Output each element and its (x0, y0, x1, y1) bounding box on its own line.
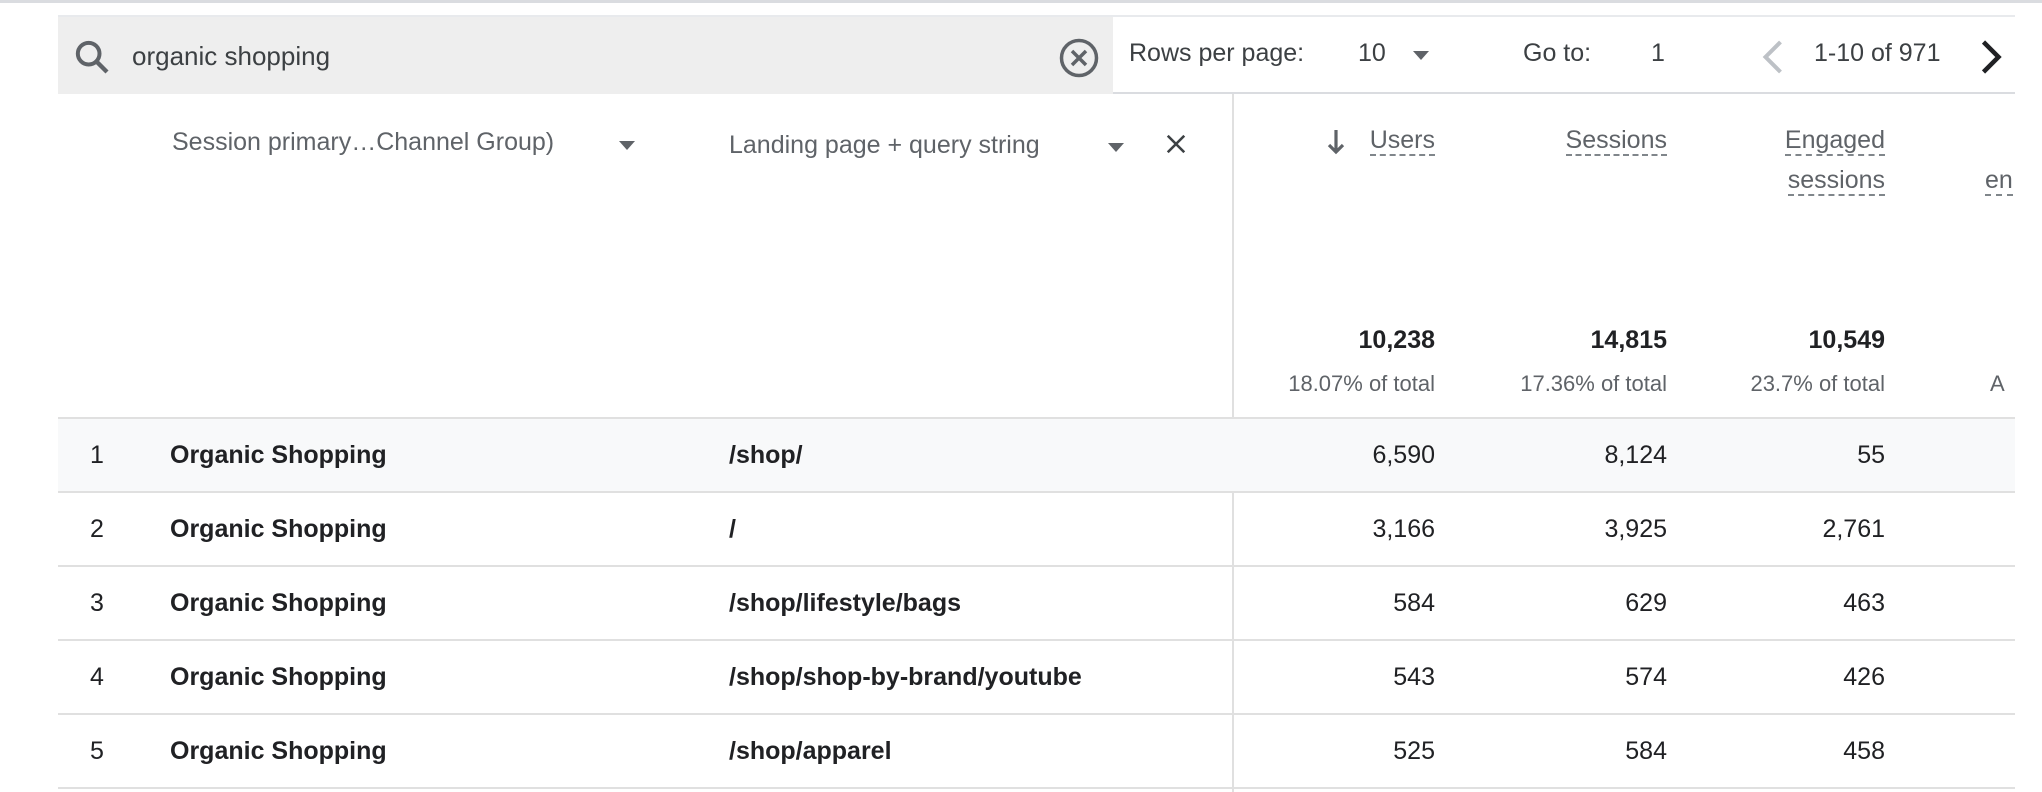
engaged-sessions-cell: 426 (1843, 663, 1885, 691)
total-sessions-pct: 17.36% of total (1520, 371, 1667, 396)
users-cell: 543 (1393, 663, 1435, 691)
table-row[interactable]: 2 Organic Shopping / 3,166 3,925 2,761 (58, 493, 2015, 567)
channel-cell[interactable]: Organic Shopping (170, 441, 387, 470)
clear-search-icon[interactable] (1058, 37, 1100, 79)
rows-per-page-select[interactable]: 10 (1358, 39, 1386, 68)
engaged-sessions-cell: 458 (1843, 737, 1885, 765)
search-box[interactable] (58, 17, 1113, 94)
total-sessions: 14,815 (1590, 326, 1667, 354)
users-cell: 3,166 (1372, 515, 1435, 543)
table-toolbar: Rows per page: 10 Go to: 1 1-10 of 971 (58, 15, 2015, 94)
landing-page-cell[interactable]: /shop/ (729, 441, 803, 470)
users-cell: 584 (1393, 589, 1435, 617)
pagination-range: 1-10 of 971 (1814, 39, 1941, 67)
engaged-sessions-cell: 2,761 (1822, 515, 1885, 543)
sessions-cell: 3,925 (1604, 515, 1667, 543)
channel-cell[interactable]: Organic Shopping (170, 663, 387, 692)
engaged-sessions-cell: 463 (1843, 589, 1885, 617)
table-row[interactable]: 5 Organic Shopping/shop/apparel 525 584 458 (58, 715, 2015, 789)
table-row[interactable]: 1 Organic Shopping/shop/6,590 8,124 55 (58, 419, 2015, 493)
row-number: 1 (90, 441, 104, 469)
column-header-users[interactable]: Users (1235, 120, 1435, 160)
total-users-pct: 18.07% of total (1288, 371, 1435, 396)
sessions-cell: 584 (1625, 737, 1667, 765)
truncated-label: en (1985, 166, 2013, 196)
column-header-sessions[interactable]: Sessions (1467, 120, 1667, 160)
chevron-left-icon[interactable] (1758, 37, 1788, 77)
landing-page-cell[interactable]: / (729, 515, 736, 544)
sessions-cell: 629 (1625, 589, 1667, 617)
column-header-truncated[interactable]: en (1985, 160, 2015, 200)
goto-input[interactable]: 1 (1651, 39, 1665, 68)
landing-page-cell[interactable]: /shop/shop-by-brand/youtube (729, 663, 1082, 692)
row-number: 5 (90, 737, 104, 765)
sessions-label: sessions (1787, 166, 1885, 196)
users-cell: 525 (1393, 737, 1435, 765)
search-icon (75, 40, 109, 74)
engaged-label: Engaged (1784, 126, 1885, 156)
search-input[interactable] (130, 35, 1034, 77)
column-header-engaged-sessions[interactable]: Engaged sessions (1685, 120, 1885, 200)
column-header-channel-group[interactable]: Session primary…Channel Group) (172, 128, 554, 157)
top-divider (0, 0, 2042, 3)
row-number: 3 (90, 589, 104, 617)
total-truncated: A (1990, 371, 2005, 396)
sessions-cell: 8,124 (1604, 441, 1667, 469)
landing-page-cell[interactable]: /shop/apparel (729, 737, 892, 766)
total-engaged-sessions-pct: 23.7% of total (1750, 371, 1885, 396)
users-label: Users (1369, 126, 1435, 156)
row-number: 4 (90, 663, 104, 691)
row-divider (58, 787, 2015, 789)
chevron-right-icon[interactable] (1976, 37, 2006, 77)
column-header-landing-page[interactable]: Landing page + query string (729, 131, 1040, 160)
total-engaged-sessions: 10,549 (1808, 326, 1885, 354)
channel-cell[interactable]: Organic Shopping (170, 589, 387, 618)
table-row[interactable]: 3 Organic Shopping/shop/lifestyle/bags 584… (58, 567, 2015, 641)
users-cell: 6,590 (1372, 441, 1435, 469)
channel-cell[interactable]: Organic Shopping (170, 737, 387, 766)
goto-label: Go to: (1523, 39, 1592, 67)
dimension-dropdown-icon[interactable] (619, 141, 635, 150)
landing-page-cell[interactable]: /shop/lifestyle/bags (729, 589, 961, 618)
sessions-label: Sessions (1565, 126, 1667, 156)
total-users: 10,238 (1358, 326, 1435, 354)
channel-cell[interactable]: Organic Shopping (170, 515, 387, 544)
engaged-sessions-cell: 55 (1857, 441, 1885, 469)
table-row[interactable]: 4 Organic Shopping/shop/shop-by-brand/you… (58, 641, 2015, 715)
dimension-dropdown-icon[interactable] (1108, 143, 1124, 152)
remove-dimension-icon[interactable] (1165, 133, 1187, 155)
row-number: 2 (90, 515, 104, 543)
sessions-cell: 574 (1625, 663, 1667, 691)
rows-per-page-label: Rows per page: (1129, 39, 1305, 67)
rows-per-page-dropdown-icon[interactable] (1413, 51, 1429, 60)
